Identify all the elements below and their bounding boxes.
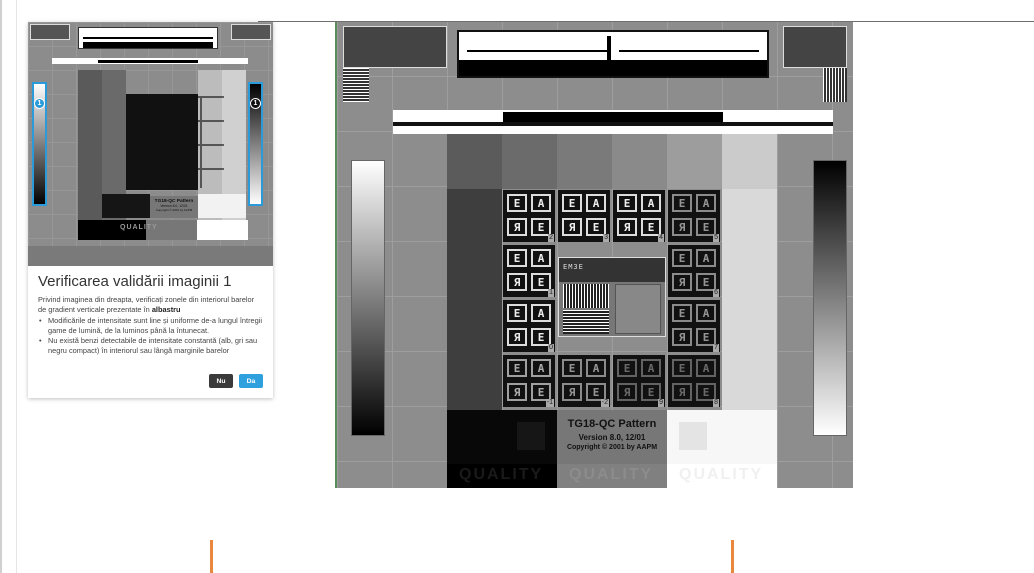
thumb-hbar-black (98, 60, 198, 63)
gray-col-4 (612, 134, 667, 189)
tile-number: 9 (658, 399, 664, 407)
center-patch: EM3E (558, 257, 666, 337)
corner-stripes-tr (823, 68, 847, 102)
card-title: Verificarea validării imaginii 1 (38, 273, 232, 290)
card-bullet-2: Nu există benzi detectabile de intensita… (38, 336, 263, 356)
tile-4: EA ЯE 4 (613, 190, 665, 242)
thumb-qc-block: TG18-QC Pattern Version 8.0, 12/01 Copyr… (150, 196, 198, 218)
tile-number: 6 (713, 289, 719, 297)
gray-col-2 (502, 134, 557, 189)
tile-number: 2 (548, 234, 554, 242)
card-bullet-1: Modificările de intensitate sunt line și… (38, 316, 263, 336)
thumb-white-cell (198, 194, 246, 218)
thumb-corner-tl (30, 24, 70, 40)
tile-number: 4 (658, 234, 664, 242)
corner-stripes-tl (343, 68, 369, 102)
validation-card: TG18-QC Pattern Version 8.0, 12/01 Copyr… (28, 22, 273, 398)
tile-9: EA ЯE 9 (613, 355, 665, 407)
tile-minus-2: EA ЯE -2 (558, 355, 610, 407)
gradient-bar-left (351, 160, 385, 436)
quality-label-1: QUALITY (459, 466, 544, 483)
tile-8: EA ЯE 8 (668, 355, 720, 407)
horizontal-black-bar (503, 112, 723, 122)
tile-number: 1 (548, 289, 554, 297)
tile-1: EA ЯE 1 (503, 245, 555, 297)
tile-number: 3 (603, 234, 609, 242)
center-patch-text: EM3E (563, 263, 584, 271)
thumb-quality-row (78, 220, 248, 240)
yes-button[interactable]: Da (239, 374, 263, 388)
tile-number: -1 (545, 399, 554, 407)
gray-col-3 (557, 134, 612, 189)
corner-patch-tr (783, 26, 847, 68)
quality-label-3: QUALITY (679, 466, 764, 483)
tile-3: EA ЯE 3 (558, 190, 610, 242)
top-resolution-bar (457, 30, 769, 78)
tile-2: EA ЯE 2 (503, 190, 555, 242)
marker-circle-left[interactable]: 1 (34, 98, 45, 109)
white-cell-inner (679, 422, 707, 450)
thumb-top-bar (78, 27, 218, 49)
gray-col-5 (667, 134, 722, 189)
gradient-bar-right (813, 160, 847, 436)
tile-number: -2 (600, 399, 609, 407)
corner-patch-tl (343, 26, 447, 68)
tile-number: 8 (713, 399, 719, 407)
quality-label-2: QUALITY (569, 466, 654, 483)
tile-6: EA ЯE 6 (668, 245, 720, 297)
qc-title: TG18-QC Pattern (567, 418, 657, 430)
frame-left-border (0, 0, 2, 573)
tile-number: 7 (713, 344, 719, 352)
thumb-quality-label: QUALITY (120, 224, 158, 231)
thumb-black-cell (102, 194, 150, 218)
thumb-qc-copyright: Copyright © 2001 by AAPM (155, 208, 193, 212)
frame-left-border-inner (16, 0, 17, 573)
tile-0: EA ЯE 0 (503, 300, 555, 352)
card-buttons: Nu Da (209, 374, 263, 388)
marker-circle-right[interactable]: 1 (250, 98, 261, 109)
tile-7: EA ЯE 7 (668, 300, 720, 352)
qc-version: Version 8.0, 12/01 (578, 433, 646, 442)
black-cell-inner (517, 422, 545, 450)
thumb-tiles-glyphs (128, 96, 224, 188)
card-body: Verificarea validării imaginii 1 Privind… (28, 266, 273, 398)
card-intro-bold: albastru (151, 305, 181, 314)
card-intro: Privind imaginea din dreapta, verificați… (38, 295, 263, 315)
card-intro-text: Privind imaginea din dreapta, verificați… (38, 295, 255, 314)
page: TG18-QC Pattern Version 8.0, 12/01 Copyr… (0, 0, 1034, 573)
thumb-bottom-bar (28, 246, 273, 266)
test-pattern-image: EA ЯE 2 EA ЯE 3 EA ЯE 4 EA ЯE 5 EA ЯE 1 … (335, 22, 853, 488)
card-bullet-list: Modificările de intensitate sunt line și… (38, 316, 263, 356)
thumb-corner-tr (231, 24, 271, 40)
tile-number: 0 (548, 344, 554, 352)
tile-5: EA ЯE 5 (668, 190, 720, 242)
divider-marker-left (210, 540, 213, 573)
thumb-col-1 (78, 70, 102, 240)
horizontal-black-bar-2 (393, 122, 833, 126)
qc-copyright: Copyright © 2001 by AAPM (566, 444, 658, 451)
no-button[interactable]: Nu (209, 374, 233, 388)
tile-minus-1: EA ЯE -1 (503, 355, 555, 407)
tile-number: 5 (713, 234, 719, 242)
thumbnail-image: TG18-QC Pattern Version 8.0, 12/01 Copyr… (28, 22, 273, 266)
divider-marker-right (731, 540, 734, 573)
qc-label-block: TG18-QC Pattern Version 8.0, 12/01 Copyr… (557, 410, 667, 464)
